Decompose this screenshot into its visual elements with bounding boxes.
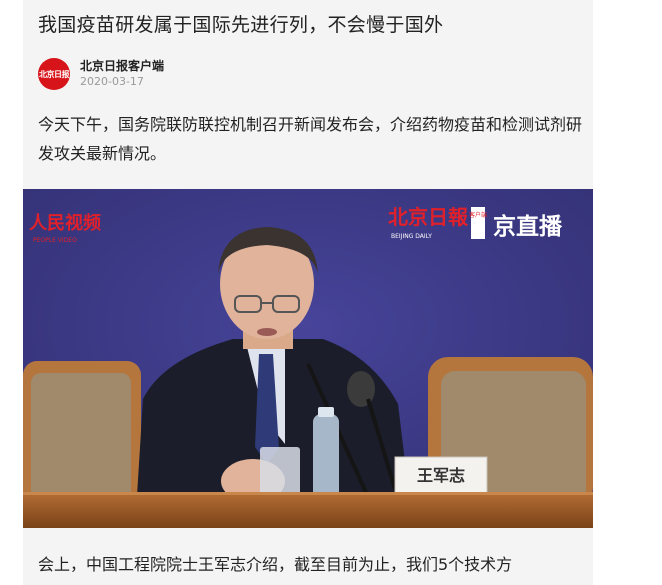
avatar-logo-text: 北京日报 [39, 68, 70, 79]
author-name[interactable]: 北京日报客户端 [80, 57, 164, 74]
svg-text:人民视频: 人民视频 [29, 212, 101, 234]
nameplate-text: 王军志 [417, 466, 465, 485]
water-bottle [313, 407, 339, 500]
article-title: 我国疫苗研发属于国际先进行列，不会慢于国外 [38, 14, 444, 36]
press-conference-image: 王军志 人民视频 PEOPLE VIDEO 北京日報 BEIJING DAILY… [23, 189, 593, 528]
svg-text:客户端: 客户端 [469, 211, 487, 219]
svg-text:PEOPLE VIDEO: PEOPLE VIDEO [33, 237, 77, 244]
article-photo[interactable]: 王军志 人民视频 PEOPLE VIDEO 北京日報 BEIJING DAILY… [23, 189, 593, 528]
article-paragraph: 今天下午，国务院联防联控机制召开新闻发布会，介绍药物疫苗和检测试剂研发攻关最新情… [38, 115, 583, 163]
conference-table [23, 492, 593, 528]
nameplate[interactable]: 王军志 [394, 456, 488, 494]
svg-text:BEIJING DAILY: BEIJING DAILY [391, 233, 432, 240]
article-paragraph: 会上，中国工程院院士王军志介绍，截至目前为止，我们5个技术方 [38, 555, 513, 574]
svg-text:北京日報: 北京日報 [388, 205, 469, 229]
left-chair [23, 361, 141, 511]
author-avatar[interactable]: 北京日报 [38, 58, 70, 90]
publish-date: 2020-03-17 [80, 75, 144, 88]
svg-text:京直播: 京直播 [493, 213, 563, 240]
